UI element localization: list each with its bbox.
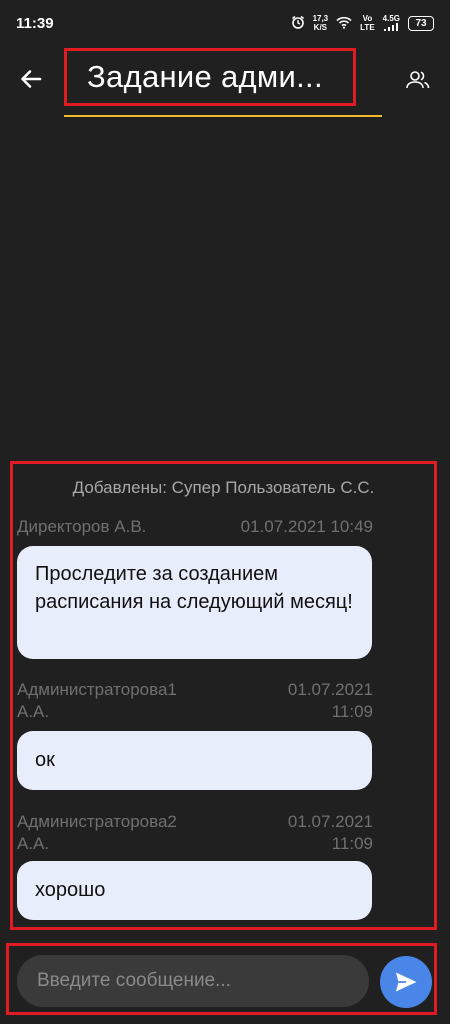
message-time: 01.07.2021 10:49	[240, 517, 373, 536]
send-button[interactable]	[380, 956, 432, 1008]
send-icon	[396, 972, 417, 992]
title-underline	[64, 115, 382, 117]
network-speed: 17,3 K/S	[313, 14, 329, 32]
chat-title: Задание адми...	[87, 59, 323, 94]
message-author: Администраторова1 А.А.	[17, 679, 177, 723]
messages-list[interactable]: Добавлены: Супер Пользователь С.С. Дирек…	[10, 461, 437, 930]
message-time: 01.07.2021 11:09	[253, 811, 373, 855]
message-author: Директоров А.В.	[17, 517, 147, 536]
volte-top: Vo	[362, 14, 373, 23]
signal-icon	[384, 22, 399, 33]
back-button[interactable]	[14, 62, 48, 96]
message-clock: 11:09	[331, 834, 373, 853]
message-author-initials: А.А.	[17, 834, 50, 853]
message-text: Проследите за созданием расписания на сл…	[35, 563, 353, 613]
message-date: 01.07.2021	[287, 812, 373, 831]
members-button[interactable]	[404, 66, 432, 94]
message-meta: Администраторова2 А.А. 01.07.2021 11:09	[17, 811, 373, 855]
message-time: 01.07.2021 11:09	[253, 679, 373, 723]
network-type-label: 4.5G	[382, 13, 400, 23]
message-text: ок	[35, 749, 55, 771]
chat-title-highlight[interactable]: Задание адми...	[64, 48, 356, 106]
group-icon	[406, 71, 430, 89]
message-meta: Администраторова1 А.А. 01.07.2021 11:09	[17, 679, 373, 723]
battery-indicator: 73	[408, 15, 434, 31]
volte-bottom: LTE	[360, 23, 375, 32]
alarm-icon	[291, 15, 305, 31]
message-meta: Директоров А.В. 01.07.2021 10:49	[17, 516, 373, 538]
status-time: 11:39	[16, 14, 54, 32]
network-speed-unit: K/S	[313, 23, 328, 32]
composer	[6, 943, 437, 1015]
message-clock: 11:09	[331, 702, 373, 721]
message-author-name: Администраторова2	[17, 812, 177, 831]
system-note: Добавлены: Супер Пользователь С.С.	[72, 478, 375, 497]
message-text: хорошо	[35, 879, 106, 901]
message-bubble[interactable]: ок	[17, 731, 372, 790]
message-author-name: Администраторова1	[17, 680, 177, 699]
message-date: 01.07.2021	[287, 680, 373, 699]
message-bubble[interactable]: Проследите за созданием расписания на сл…	[17, 546, 372, 659]
status-bar: 11:39 17,3 K/S Vo LTE 4.5G 73	[0, 0, 450, 46]
network-speed-value: 17,3	[312, 14, 329, 23]
volte-indicator: Vo LTE	[360, 14, 375, 32]
chat-header: Задание адми...	[0, 46, 450, 126]
message-author: Администраторова2 А.А.	[17, 811, 177, 855]
wifi-icon	[336, 16, 352, 31]
message-input[interactable]	[17, 955, 369, 1007]
arrow-left-icon	[21, 70, 42, 88]
network-type: 4.5G	[383, 14, 400, 33]
message-bubble[interactable]: хорошо	[17, 861, 372, 920]
message-author-initials: А.А.	[17, 702, 50, 721]
status-icons: 17,3 K/S Vo LTE 4.5G 73	[291, 14, 434, 33]
